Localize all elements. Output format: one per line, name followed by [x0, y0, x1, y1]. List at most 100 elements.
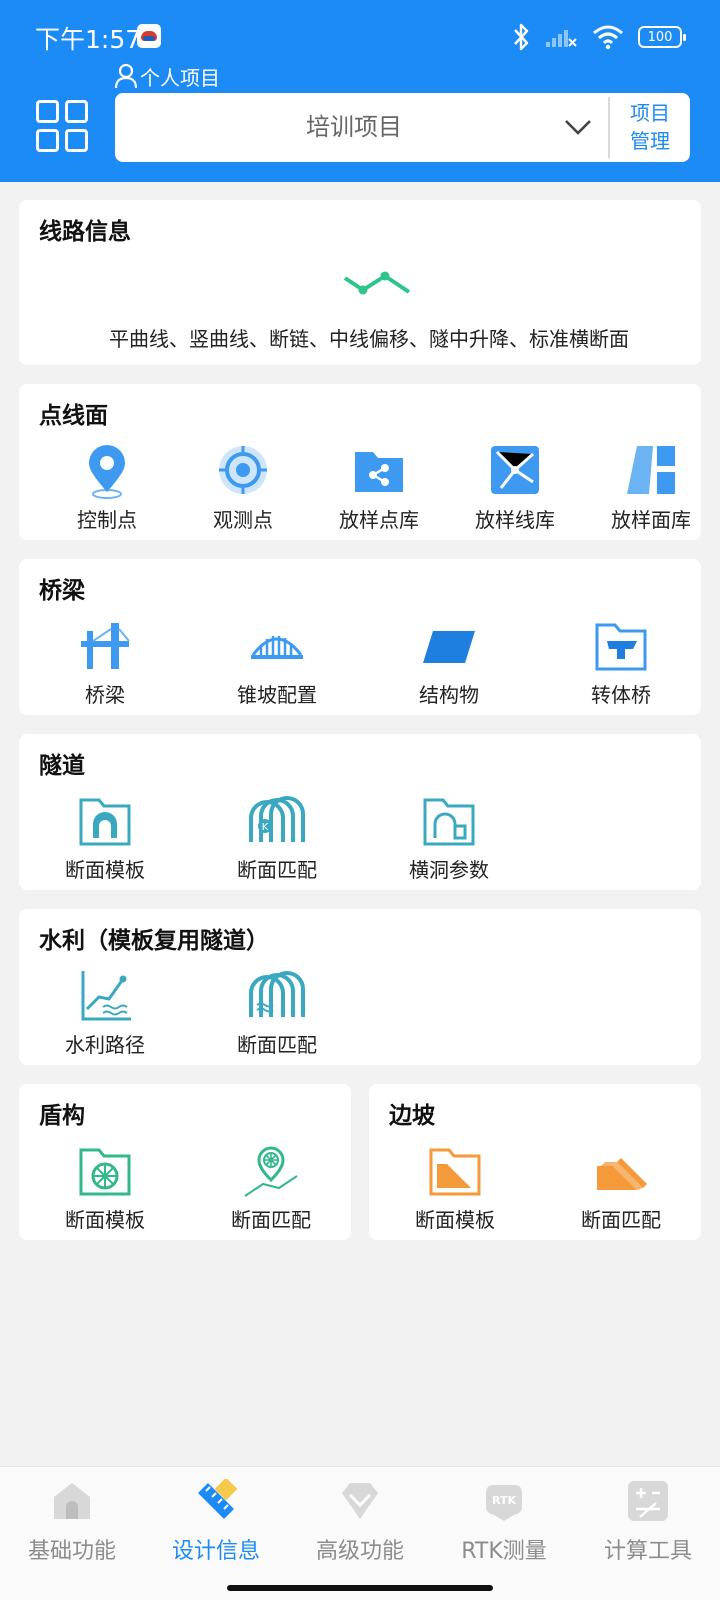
- route-info-card[interactable]: 线路信息 平曲线、竖曲线、断链、中线偏移、隧中升降、标准横断面: [19, 200, 701, 365]
- shield-section-match-item[interactable]: 断面匹配: [201, 1144, 341, 1234]
- nav-label: 高级功能: [315, 1539, 404, 1564]
- person-icon: [114, 63, 138, 89]
- section-title: 桥梁: [39, 578, 85, 604]
- slope-section-template-item[interactable]: 断面模板: [385, 1144, 525, 1234]
- nav-rtk-survey[interactable]: RTK RTK测量: [432, 1479, 576, 1569]
- stakeout-line-library-item[interactable]: 放样线库: [445, 444, 585, 534]
- folder-slope-icon: [429, 1148, 481, 1196]
- item-label: 断面匹配: [237, 858, 317, 882]
- project-manage-line2: 管理: [630, 129, 670, 153]
- project-manage-line1: 项目: [630, 101, 670, 125]
- project-dropdown[interactable]: 培训项目: [115, 93, 593, 162]
- status-time: 下午1:57: [35, 25, 142, 54]
- nav-label: 计算工具: [603, 1539, 692, 1564]
- observation-point-item[interactable]: 观测点: [173, 444, 313, 534]
- nav-design-info[interactable]: 设计信息: [144, 1479, 288, 1569]
- nav-label: RTK测量: [461, 1539, 547, 1564]
- battery-icon: 100: [638, 26, 686, 48]
- svg-text:K: K: [262, 822, 269, 833]
- home-indicator[interactable]: [227, 1585, 493, 1591]
- divider: [608, 97, 610, 158]
- location-pin-icon: [89, 445, 125, 499]
- water-chart-icon: [81, 971, 131, 1021]
- section-title: 隧道: [39, 753, 85, 779]
- grid-menu-icon[interactable]: [36, 100, 90, 154]
- item-label: 桥梁: [85, 683, 125, 707]
- section-title: 边坡: [389, 1103, 435, 1129]
- calculator-icon: [628, 1481, 668, 1521]
- project-manage-button[interactable]: 项目 管理: [615, 99, 685, 157]
- item-label: 断面模板: [415, 1208, 495, 1232]
- tunnel-section-match-item[interactable]: K 断面匹配: [207, 794, 347, 884]
- item-label: 锥坡配置: [237, 683, 317, 707]
- diamond-icon: [342, 1483, 378, 1519]
- swivel-bridge-item[interactable]: 转体桥: [551, 619, 691, 709]
- cellular-signal-icon: [546, 30, 577, 47]
- personal-project-link[interactable]: 个人项目: [114, 62, 220, 90]
- point-line-plane-card: 点线面 控制点 观测点 放样点库 放样线库 放样面库: [19, 384, 701, 540]
- bridge-icon: [81, 623, 130, 669]
- item-label: 放样线库: [475, 508, 555, 532]
- bridge-card: 桥梁 桥梁 锥坡配置 结构物 转体桥: [19, 559, 701, 715]
- cross-tunnel-params-item[interactable]: 横洞参数: [379, 794, 519, 884]
- project-selector: 培训项目 项目 管理: [115, 93, 690, 162]
- wifi-icon: [593, 25, 623, 50]
- item-label: 断面匹配: [231, 1208, 311, 1232]
- item-label: 结构物: [419, 683, 479, 707]
- cutterhead-pin-icon: [244, 1146, 298, 1197]
- folder-share-icon: [355, 452, 403, 492]
- cone-slope-config-item[interactable]: 锥坡配置: [207, 619, 347, 709]
- nav-label: 基础功能: [27, 1539, 116, 1564]
- slope-layers-icon: [597, 1158, 647, 1190]
- slope-card: 边坡 断面模板 断面匹配: [369, 1084, 701, 1240]
- plane-blocks-icon: [627, 446, 675, 494]
- item-label: 放样面库: [611, 508, 691, 532]
- tunnel-section-template-item[interactable]: 断面模板: [35, 794, 175, 884]
- water-conservancy-card: 水利（模板复用隧道） 水利路径 断面匹配: [19, 909, 701, 1065]
- section-title: 水利（模板复用隧道）: [39, 928, 269, 954]
- shield-card: 盾构 断面模板 断面匹配: [19, 1084, 351, 1240]
- target-icon: [219, 446, 267, 494]
- bluetooth-icon: [514, 23, 529, 51]
- water-tunnel-icon: [249, 971, 305, 1017]
- folder-cross-tunnel-icon: [423, 798, 475, 846]
- tunnel-card: 隧道 断面模板 K 断面匹配 横洞参数: [19, 734, 701, 890]
- suspension-bridge-icon: [251, 636, 303, 659]
- item-label: 控制点: [77, 508, 137, 532]
- item-label: 断面模板: [65, 1208, 145, 1232]
- nav-calc-tools[interactable]: 计算工具: [576, 1479, 720, 1569]
- control-point-item[interactable]: 控制点: [37, 444, 177, 534]
- stakeout-point-library-item[interactable]: 放样点库: [309, 444, 449, 534]
- nav-basic-functions[interactable]: 基础功能: [0, 1479, 144, 1569]
- structure-item[interactable]: 结构物: [379, 619, 519, 709]
- item-label: 观测点: [213, 508, 273, 532]
- item-label: 水利路径: [65, 1033, 145, 1057]
- app-header: 下午1:57 100 个人项目 培训项目 项目 管理: [0, 0, 720, 182]
- item-label: 转体桥: [591, 683, 651, 707]
- personal-project-label: 个人项目: [140, 65, 220, 90]
- water-section-match-item[interactable]: 断面匹配: [207, 969, 347, 1059]
- parallelogram-icon: [423, 631, 475, 663]
- stakeout-plane-library-item[interactable]: 放样面库: [581, 444, 720, 534]
- item-label: 横洞参数: [409, 858, 489, 882]
- item-label: 断面匹配: [581, 1208, 661, 1232]
- section-title: 点线面: [39, 403, 108, 429]
- route-description: 平曲线、竖曲线、断链、中线偏移、隧中升降、标准横断面: [109, 327, 629, 351]
- shield-section-template-item[interactable]: 断面模板: [35, 1144, 175, 1234]
- water-path-item[interactable]: 水利路径: [35, 969, 175, 1059]
- section-title: 线路信息: [39, 219, 131, 245]
- chevron-down-icon[interactable]: [562, 113, 594, 141]
- nav-label: 设计信息: [171, 1539, 260, 1564]
- route-curve-icon: [343, 271, 411, 295]
- folder-bridge-icon: [595, 623, 647, 671]
- status-icons: 100: [512, 22, 686, 52]
- nav-advanced-functions[interactable]: 高级功能: [288, 1479, 432, 1569]
- bridge-item[interactable]: 桥梁: [35, 619, 175, 709]
- home-icon: [54, 1483, 90, 1519]
- tunnel-arches-icon: K: [249, 796, 305, 842]
- design-ruler-icon: [198, 1479, 238, 1519]
- slope-section-match-item[interactable]: 断面匹配: [551, 1144, 691, 1234]
- folder-tunnel-icon: [79, 798, 131, 846]
- section-title: 盾构: [39, 1103, 85, 1129]
- item-label: 断面模板: [65, 858, 145, 882]
